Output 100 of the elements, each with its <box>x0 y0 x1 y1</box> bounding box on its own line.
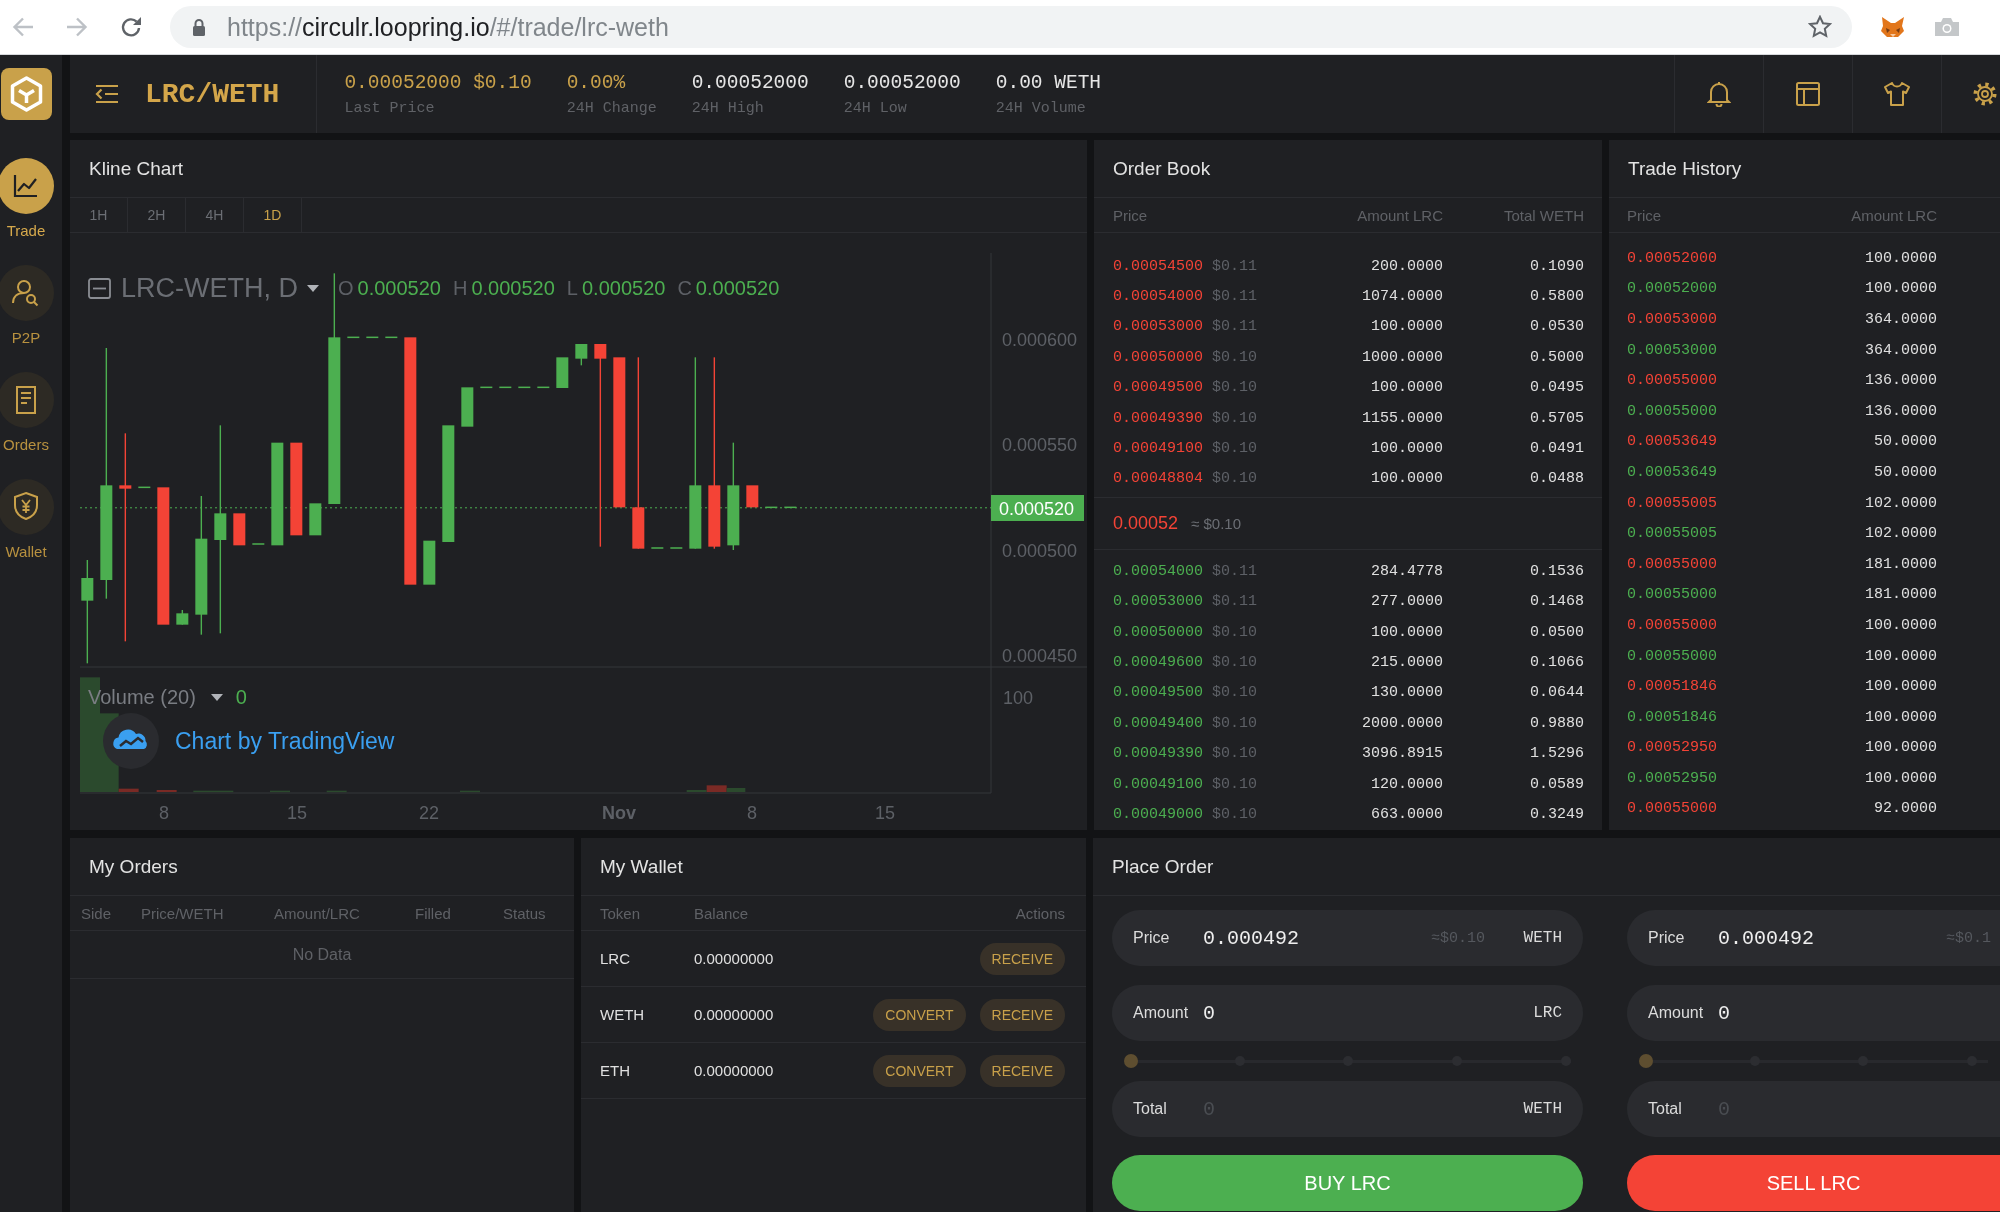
trade-price: 0.00055005 <box>1627 494 1718 512</box>
settings-icon[interactable] <box>1973 82 1997 106</box>
column-header: Status <box>503 904 547 922</box>
stat-value: 0.00052000 $0.10 <box>344 71 532 94</box>
total-cell-text: 0.1066 <box>1529 654 1584 671</box>
panel-title: Place Order <box>1112 855 1214 878</box>
interval-tab[interactable]: 2H <box>128 198 186 232</box>
stat-label: 24H Low <box>843 99 908 117</box>
shirt-icon[interactable] <box>1884 82 1910 106</box>
amount-cell-text: 215.0000 <box>1370 654 1443 671</box>
ask-price: 0.00049100 <box>1113 440 1204 458</box>
usd-price: $0.10 <box>1212 440 1258 458</box>
action-button[interactable]: CONVERT <box>873 998 966 1031</box>
stat-label: Last Price <box>344 99 436 117</box>
url-field[interactable]: https://circulr.loopring.io/#/trade/lrc-weth <box>170 6 1852 48</box>
amount-cell-text: 100.0000 <box>1864 739 1937 757</box>
cube-logo-icon[interactable] <box>0 68 52 120</box>
amount-field[interactable]: Amount 0 <box>1627 985 2000 1041</box>
caret-icon[interactable] <box>307 284 319 292</box>
chart-symbol[interactable]: LRC-WETH, D <box>121 272 298 304</box>
interval-tab[interactable]: 4H <box>186 198 244 232</box>
column-header: Amount LRC <box>1356 206 1443 224</box>
candle <box>176 610 189 625</box>
action-button[interactable]: RECEIVE <box>979 1054 1065 1087</box>
bid-price: 0.00049100 <box>1113 775 1204 793</box>
column-header: Price <box>1113 206 1149 224</box>
action-button[interactable]: RECEIVE <box>979 942 1065 975</box>
trade-price: 0.00052000 <box>1627 249 1718 267</box>
total-cell-text: 0.0491 <box>1529 440 1584 458</box>
token-name: ETH <box>600 1062 631 1079</box>
volume-legend: Volume (20) <box>88 685 196 709</box>
amount-cell-text: 100.0000 <box>1864 280 1937 298</box>
amount-cell-text: 100.0000 <box>1864 249 1937 267</box>
ohlc-value: C 0.000520 <box>677 276 780 300</box>
reload-icon[interactable] <box>120 16 142 38</box>
candle <box>537 386 550 389</box>
trade-price: 0.00055005 <box>1627 525 1718 543</box>
sidebar-item[interactable]: P2P <box>0 265 54 346</box>
usd-price: $0.10 <box>1212 805 1258 823</box>
column-header: Total WETH <box>1503 206 1584 224</box>
ohlc-value: L 0.000520 <box>566 276 666 300</box>
amount-cell-text: 92.0000 <box>1873 800 1937 818</box>
action-button[interactable]: RECEIVE <box>979 998 1065 1031</box>
document-icon <box>0 372 54 428</box>
candle <box>556 357 569 388</box>
amount-cell-text: 100.0000 <box>1864 769 1937 787</box>
candle <box>423 540 436 585</box>
bell-icon[interactable] <box>1707 81 1731 107</box>
candle <box>746 485 759 508</box>
trade-price: 0.00055000 <box>1627 586 1718 604</box>
amount-cell-text: 663.0000 <box>1370 805 1443 823</box>
token-name: WETH <box>600 1006 646 1023</box>
cloud-icon[interactable] <box>103 713 159 769</box>
amount-cell-text: 1074.0000 <box>1361 288 1443 306</box>
amount-field[interactable]: Amount 0 LRC <box>1112 985 1583 1041</box>
interval-tab[interactable]: 1D <box>244 198 302 232</box>
interval-tab[interactable]: 1H <box>70 198 128 232</box>
mid-usd-price: ≈ $0.10 <box>1191 515 1241 533</box>
caret-icon[interactable] <box>210 693 223 701</box>
lock-icon[interactable] <box>192 18 206 36</box>
trade-price: 0.00055000 <box>1627 372 1718 390</box>
amount-cell-text: 120.0000 <box>1370 775 1443 793</box>
stat-label: 24H Volume <box>995 99 1087 117</box>
candle <box>518 386 531 389</box>
panel-title: My Wallet <box>600 855 683 878</box>
action-button[interactable]: CONVERT <box>873 1054 966 1087</box>
slider-thumb[interactable] <box>1124 1054 1138 1068</box>
column-header: Side <box>81 904 113 922</box>
fox-icon[interactable] <box>1881 16 1905 38</box>
trade-price: 0.00053649 <box>1627 433 1718 451</box>
bid-price: 0.00050000 <box>1113 623 1204 641</box>
slider-thumb[interactable] <box>1639 1054 1653 1068</box>
layout-icon[interactable] <box>1796 82 1820 106</box>
ask-price: 0.00048804 <box>1113 470 1204 488</box>
trade-price: 0.00052950 <box>1627 769 1718 787</box>
total-cell-text: 0.0589 <box>1529 775 1584 793</box>
market-pair[interactable]: LRC/WETH <box>145 78 280 110</box>
usd-price: $0.10 <box>1212 623 1258 641</box>
sell-button[interactable]: SELL LRC <box>1627 1155 2000 1211</box>
collapse-icon[interactable] <box>88 277 111 299</box>
usd-price: $0.10 <box>1212 775 1258 793</box>
trade-price: 0.00051846 <box>1627 708 1718 726</box>
sidebar-item[interactable]: Trade <box>0 158 54 239</box>
price-axis-label: 0.000450 <box>1002 646 1078 666</box>
usd-price: $0.10 <box>1212 654 1258 671</box>
usd-price: $0.11 <box>1212 257 1258 275</box>
time-axis-label: Nov <box>602 803 636 823</box>
time-axis-label: 8 <box>159 803 169 823</box>
star-icon[interactable] <box>1808 15 1832 39</box>
bid-price: 0.00053000 <box>1113 593 1204 611</box>
candle <box>385 336 398 339</box>
balance-value: 0.00000000 <box>694 950 775 967</box>
sidebar-item[interactable]: Wallet <box>0 479 54 560</box>
empty-message: No Data <box>292 945 352 964</box>
sidebar-item[interactable]: Orders <box>0 372 54 453</box>
amount-cell-text: 50.0000 <box>1873 463 1937 481</box>
menu-icon[interactable] <box>95 84 119 104</box>
candle <box>366 336 379 339</box>
column-header: Amount LRC <box>1850 206 1937 224</box>
attribution-link[interactable]: Chart by TradingView <box>175 727 395 755</box>
